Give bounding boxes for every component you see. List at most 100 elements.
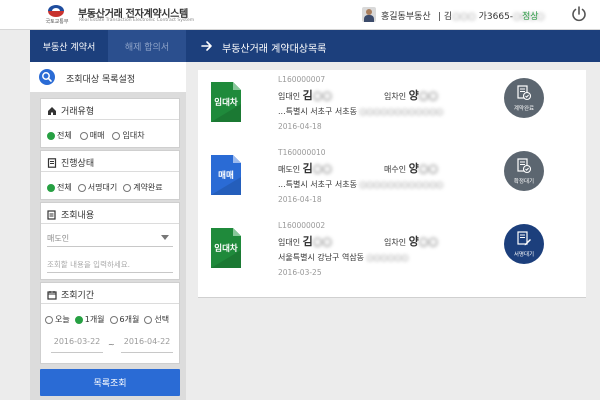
app-header: 국토교통부 부동산거래 전자계약시스템 Real Estate Transact… — [0, 0, 600, 30]
progress-panel: 진행상태 전체 서명대기 계약완료 — [40, 150, 180, 200]
progress-option-complete[interactable]: 계약완료 — [123, 182, 163, 193]
tab-cancel-agreement[interactable]: 해제 합의서 — [108, 30, 186, 62]
query-title: 조회내용 — [47, 208, 94, 221]
search-list-button[interactable]: 목록조회 — [40, 369, 180, 396]
query-type-value: 매도인 — [47, 234, 70, 243]
query-input[interactable]: 조회할 내용을 입력하세요. — [47, 255, 173, 273]
party-role: 매도인 — [278, 165, 301, 174]
property-address: 서울특별시 강남구 역삼동 ○○○○○○ — [278, 252, 408, 263]
radio-icon[interactable] — [112, 131, 121, 140]
party-left: 임대인 김○○ — [278, 87, 332, 103]
query-type-select[interactable]: 매도인 — [47, 229, 173, 247]
query-panel: 조회내용 매도인 조회할 내용을 입력하세요. — [40, 202, 180, 280]
party-name: 양 — [408, 235, 419, 248]
party-name-blurred: ○○ — [312, 162, 332, 175]
home-icon — [48, 106, 56, 115]
status-label: 확정대기 — [513, 179, 535, 185]
trade-type-title: 거래유형 — [47, 104, 94, 117]
contract-card[interactable]: 임대차 L160000007 임대인 김○○ 임차인 양○○ ...특별시 서초… — [198, 70, 586, 152]
progress-title: 진행상태 — [47, 156, 94, 169]
party-left: 임대인 김○○ — [278, 233, 332, 249]
progress-option-all[interactable]: 전체 — [47, 182, 72, 193]
party-name: 김 — [302, 162, 313, 175]
option-label: 전체 — [57, 183, 72, 192]
property-address: ...특별시 서초구 서초동 ○○○○○○○○○○○○ — [278, 106, 443, 117]
period-label: 조회기간 — [61, 291, 95, 301]
radio-icon[interactable] — [45, 315, 53, 324]
option-label: 오늘 — [55, 315, 70, 324]
option-label: 선택 — [154, 315, 170, 324]
chevron-down-icon — [161, 235, 169, 240]
address-text: ...특별시 서초구 서초동 — [278, 180, 357, 189]
contract-date: 2016-04-18 — [278, 122, 322, 131]
party-name: 김 — [302, 235, 313, 248]
trade-type-option-lease[interactable]: 임대차 — [112, 130, 145, 141]
option-label: 서명대기 — [87, 183, 118, 192]
address-blurred: ○○○○○○ — [366, 253, 409, 262]
user-phone-mid: 가3665- — [475, 12, 514, 22]
period-option-today[interactable]: 오늘 — [45, 314, 70, 325]
period-options: 오늘 1개월 6개월 선택 — [45, 314, 169, 325]
status-text: 정상 — [522, 12, 539, 22]
party-name: 김 — [302, 89, 313, 102]
document-lease-icon: 임대차 — [211, 82, 241, 122]
contract-date: 2016-03-25 — [278, 268, 322, 277]
app-subtitle: Real Estate Transaction Electronic Contr… — [79, 18, 195, 23]
document-pen-icon — [517, 231, 531, 246]
query-input-placeholder: 조회할 내용을 입력하세요. — [47, 260, 131, 269]
sidebar: 조회대상 목록설정 거래유형 전체 매매 임대차 진행상태 전체 서명대기 계약… — [30, 62, 186, 400]
user-avatar[interactable] — [362, 7, 376, 22]
property-address: ...특별시 서초구 서초동 ○○○○○○○○○○○○ — [278, 179, 443, 190]
party-role: 매수인 — [384, 165, 407, 174]
radio-selected-icon[interactable] — [74, 315, 83, 324]
contract-card[interactable]: 임대차 L160000002 임대인 김○○ 임차인 양○○ 서울특별시 강남구… — [198, 216, 586, 298]
party-role: 임대인 — [278, 92, 301, 101]
document-type-label: 임대차 — [214, 98, 238, 108]
document-lease-icon: 임대차 — [211, 228, 241, 268]
trade-type-option-sale[interactable]: 매매 — [79, 130, 104, 141]
contract-complete-button[interactable]: 계약완료 — [504, 78, 544, 118]
radio-selected-icon[interactable] — [47, 183, 55, 192]
search-settings-header: 조회대상 목록설정 — [30, 62, 186, 92]
confirm-pending-button[interactable]: 확정대기 — [504, 151, 544, 191]
party-role: 임차인 — [384, 238, 407, 247]
contract-card[interactable]: 매매 T160000010 매도인 김○○ 매수인 양○○ ...특별시 서초구… — [198, 143, 586, 225]
trade-type-option-all[interactable]: 전체 — [47, 130, 72, 141]
option-label: 6개월 — [119, 315, 140, 324]
edit-document-icon — [47, 209, 56, 220]
period-option-custom[interactable]: 선택 — [144, 314, 169, 325]
status-label: 계약완료 — [513, 106, 535, 112]
arrow-right-icon — [201, 41, 212, 51]
date-from-input[interactable]: 2016-03-22 — [51, 337, 103, 353]
radio-selected-icon[interactable] — [47, 131, 55, 140]
radio-icon[interactable] — [79, 131, 88, 140]
user-name: 홍길동부동산 — [381, 12, 431, 22]
sign-pending-button[interactable]: 서명대기 — [504, 224, 544, 264]
party-name-blurred: ○○ — [312, 235, 332, 248]
radio-icon[interactable] — [77, 183, 86, 192]
radio-icon[interactable] — [109, 315, 118, 324]
query-label: 조회내용 — [61, 211, 95, 221]
address-blurred: ○○○○○○○○○○○○ — [359, 180, 444, 189]
page-title: 부동산거래 계약대상목록 — [222, 44, 327, 55]
contract-code: L160000002 — [278, 221, 326, 230]
search-settings-title: 조회대상 목록설정 — [66, 75, 136, 85]
party-name: 양 — [408, 89, 419, 102]
power-icon[interactable] — [570, 5, 588, 23]
radio-icon[interactable] — [144, 315, 153, 324]
document-type-label: 매매 — [218, 171, 234, 181]
period-option-6month[interactable]: 6개월 — [109, 314, 140, 325]
progress-option-waiting[interactable]: 서명대기 — [77, 182, 118, 193]
trade-type-label: 거래유형 — [61, 107, 95, 117]
party-name-blurred: ○○ — [418, 235, 438, 248]
period-title: 조회기간 — [47, 288, 94, 301]
radio-icon[interactable] — [123, 183, 132, 192]
date-to-input[interactable]: 2016-04-22 — [121, 337, 173, 353]
period-option-1month[interactable]: 1개월 — [74, 314, 105, 325]
date-separator: ~ — [108, 340, 115, 349]
tab-contract[interactable]: 부동산 계약서 — [30, 30, 108, 62]
progress-options: 전체 서명대기 계약완료 — [47, 182, 163, 193]
progress-label: 진행상태 — [61, 159, 95, 169]
option-label: 1개월 — [84, 315, 105, 324]
party-role: 임대인 — [278, 238, 301, 247]
